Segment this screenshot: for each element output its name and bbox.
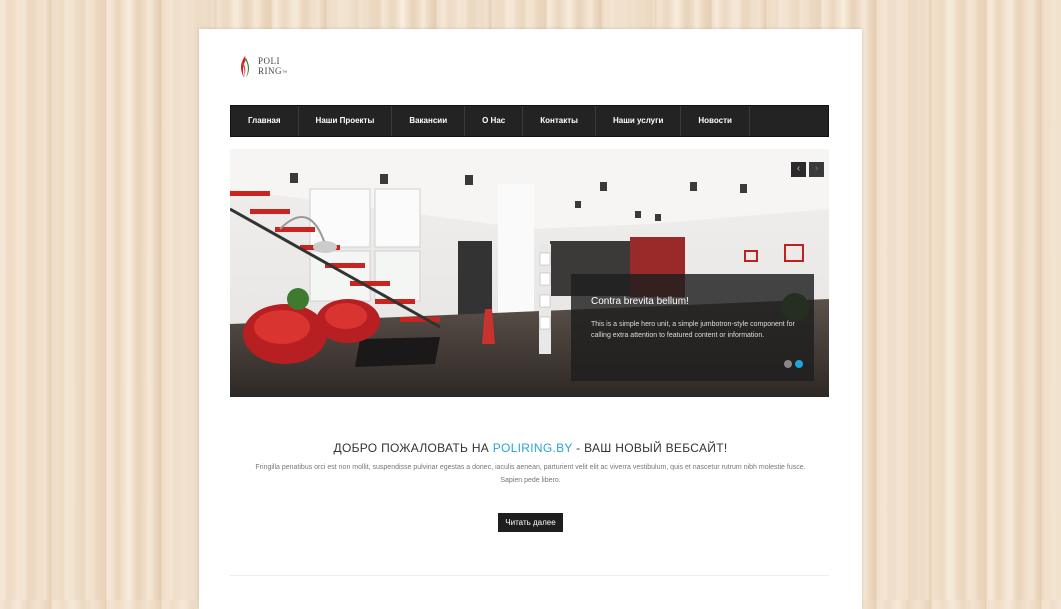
chevron-right-icon: › [814, 163, 819, 174]
welcome-heading: ДОБРО ПОЖАЛОВАТЬ НА POLIRING.BY - ВАШ НО… [199, 441, 862, 455]
caption-text: This is a simple hero unit, a simple jum… [591, 321, 795, 339]
nav-item-about[interactable]: О Нас [465, 106, 524, 136]
nav-item-news[interactable]: Новости [681, 106, 750, 136]
welcome-site-name: POLIRING.BY [492, 441, 573, 455]
nav-item-projects[interactable]: Наши Проекты [299, 106, 393, 136]
welcome-prefix: ДОБРО ПОЖАЛОВАТЬ НА [333, 441, 493, 455]
slider-dot-1[interactable] [784, 360, 792, 368]
nav-item-services[interactable]: Наши услуги [596, 106, 682, 136]
logo-flame-icon [237, 54, 255, 80]
chevron-left-icon: ‹ [796, 163, 801, 174]
welcome-suffix: - ВАШ НОВЫЙ ВЕБСАЙТ! [572, 441, 728, 455]
nav-item-contacts[interactable]: Контакты [523, 106, 596, 136]
site-logo[interactable]: POLI RING™ [237, 54, 287, 80]
logo-text: POLI RING™ [258, 56, 287, 79]
caption-title: Contra brevita bellum! [591, 296, 689, 307]
logo-line1: POLI [258, 55, 280, 66]
slide-caption: Contra brevita bellum! This is a simple … [571, 274, 814, 381]
welcome-text: Fringilla penatibus orci est non mollit,… [255, 464, 806, 484]
main-nav: Главная Наши Проекты Вакансии О Нас Конт… [230, 105, 829, 137]
slider-prev-button[interactable]: ‹ [791, 162, 806, 177]
slider-dot-2[interactable] [795, 360, 803, 368]
hero-slider: ‹ › Contra brevita bellum! This is a sim… [230, 149, 829, 397]
slider-next-button[interactable]: › [809, 162, 824, 177]
nav-item-vacancies[interactable]: Вакансии [392, 106, 466, 136]
section-divider [230, 575, 829, 576]
logo-trademark: ™ [282, 70, 288, 76]
logo-line2: RING [258, 65, 282, 76]
page-container: POLI RING™ Главная Наши Проекты Вакансии… [199, 29, 862, 609]
nav-item-home[interactable]: Главная [231, 106, 299, 136]
read-more-button[interactable]: Читать далее [498, 513, 563, 532]
